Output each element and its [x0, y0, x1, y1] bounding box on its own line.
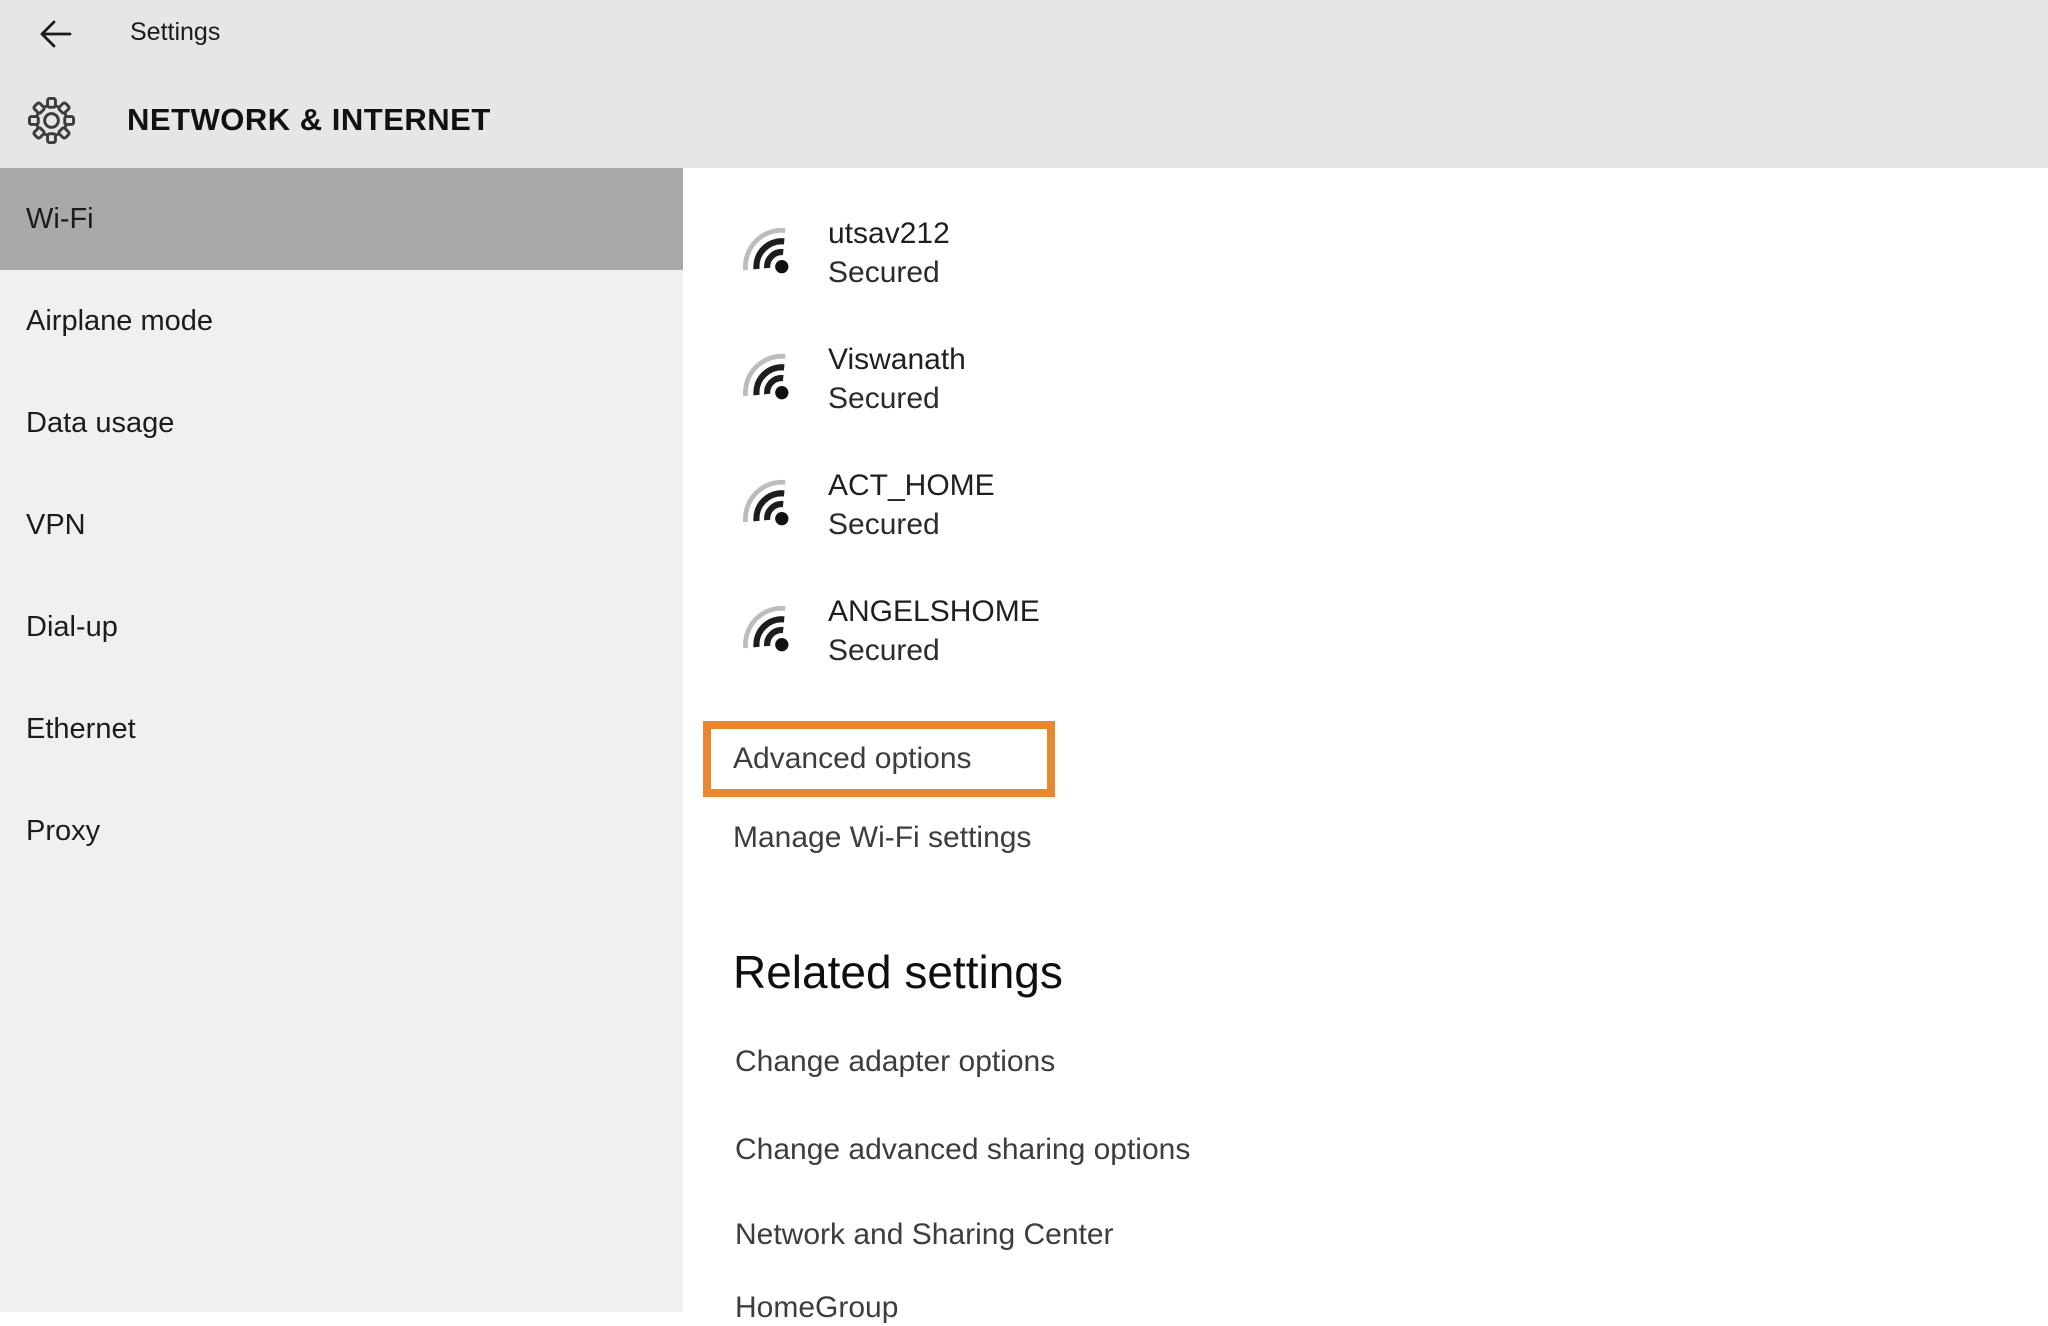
sidebar: Wi-Fi Airplane mode Data usage VPN Dial-… — [0, 168, 683, 1312]
change-advanced-sharing-options-link[interactable]: Change advanced sharing options — [735, 1132, 1190, 1168]
sidebar-item[interactable]: VPN — [0, 474, 683, 576]
back-arrow-icon — [37, 18, 73, 53]
network-name: Viswanath — [828, 342, 966, 376]
sidebar-item-label: Proxy — [26, 814, 101, 847]
sidebar-item-label: Data usage — [26, 406, 175, 439]
change-adapter-options-link[interactable]: Change adapter options — [735, 1044, 1055, 1080]
network-status: Secured — [828, 507, 940, 541]
sidebar-item[interactable]: Data usage — [0, 372, 683, 474]
sidebar-item[interactable]: Proxy — [0, 780, 683, 882]
sidebar-item-label: Ethernet — [26, 712, 136, 745]
app-title: Settings — [130, 18, 221, 46]
network-and-sharing-center-link[interactable]: Network and Sharing Center — [735, 1217, 1114, 1253]
back-button[interactable] — [33, 15, 77, 55]
sidebar-item-label: Wi-Fi — [26, 202, 94, 235]
sidebar-item[interactable]: Airplane mode — [0, 270, 683, 372]
related-settings-heading: Related settings — [733, 946, 1063, 998]
page-title: NETWORK & INTERNET — [127, 102, 491, 137]
manage-wifi-settings-link[interactable]: Manage Wi-Fi settings — [733, 820, 1031, 856]
sidebar-item[interactable]: Dial-up — [0, 576, 683, 678]
sidebar-item-label: VPN — [26, 508, 86, 541]
advanced-options-link[interactable]: Advanced options — [733, 741, 972, 777]
header-bar: Settings NETWORK & INTERNET — [0, 0, 2048, 168]
wifi-network-item[interactable]: ACT_HOME Secured — [740, 442, 1040, 568]
wifi-network-item[interactable]: utsav212 Secured — [740, 190, 1040, 316]
sidebar-item-label: Dial-up — [26, 610, 118, 643]
wifi-signal-icon — [740, 348, 797, 410]
homegroup-link[interactable]: HomeGroup — [735, 1290, 898, 1326]
network-name: ANGELSHOME — [828, 594, 1040, 628]
network-status: Secured — [828, 255, 940, 289]
sidebar-item[interactable]: Wi-Fi — [0, 168, 683, 270]
wifi-signal-icon — [740, 474, 797, 536]
wifi-network-list: utsav212 Secured Viswanath Secured ACT_H… — [740, 190, 1040, 694]
wifi-network-item[interactable]: ANGELSHOME Secured — [740, 568, 1040, 694]
settings-gear-icon — [27, 96, 76, 150]
network-status: Secured — [828, 633, 940, 667]
wifi-network-item[interactable]: Viswanath Secured — [740, 316, 1040, 442]
wifi-signal-icon — [740, 222, 797, 284]
network-status: Secured — [828, 381, 940, 415]
network-name: utsav212 — [828, 216, 950, 250]
wifi-signal-icon — [740, 600, 797, 662]
sidebar-item-label: Airplane mode — [26, 304, 213, 337]
network-name: ACT_HOME — [828, 468, 995, 502]
annotation-highlight-box: Advanced options — [703, 721, 1055, 797]
sidebar-item[interactable]: Ethernet — [0, 678, 683, 780]
